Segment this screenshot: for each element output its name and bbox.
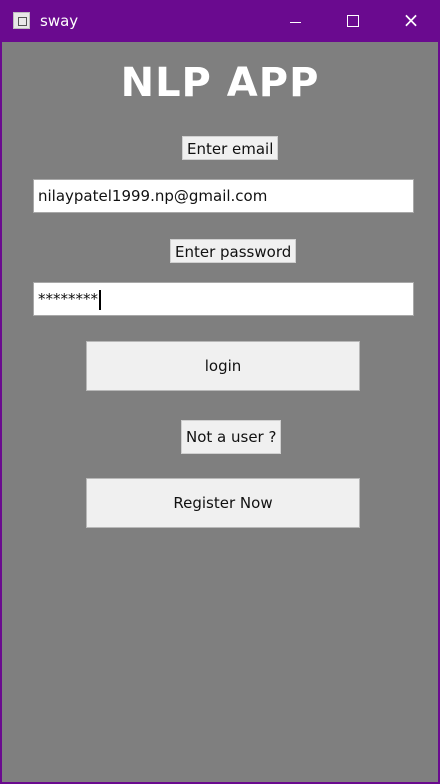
password-label: Enter password bbox=[170, 239, 297, 263]
close-icon: × bbox=[402, 8, 420, 32]
login-form: NLP APP Enter email nilaypatel1999.np@gm… bbox=[2, 42, 438, 784]
email-value: nilaypatel1999.np@gmail.com bbox=[38, 187, 268, 205]
password-input[interactable]: ******** bbox=[33, 282, 414, 316]
maximize-button[interactable] bbox=[330, 0, 376, 42]
minimize-icon bbox=[289, 21, 301, 23]
email-input[interactable]: nilaypatel1999.np@gmail.com bbox=[33, 179, 414, 213]
app-icon bbox=[13, 12, 30, 29]
not-user-label: Not a user ? bbox=[181, 420, 282, 454]
register-now-button[interactable]: Register Now bbox=[86, 478, 360, 528]
register-now-button-label: Register Now bbox=[173, 494, 273, 512]
window-title: sway bbox=[40, 12, 79, 30]
close-button[interactable]: × bbox=[388, 0, 434, 42]
maximize-icon bbox=[347, 15, 359, 27]
app-window: sway × NLP APP Enter email nilaypatel199… bbox=[0, 0, 440, 784]
text-caret bbox=[99, 289, 101, 310]
login-button-label: login bbox=[204, 357, 242, 375]
title-bar[interactable]: sway × bbox=[2, 0, 438, 42]
minimize-button[interactable] bbox=[272, 0, 318, 42]
login-button[interactable]: login bbox=[86, 341, 360, 391]
email-label: Enter email bbox=[182, 136, 279, 160]
app-title: NLP APP bbox=[120, 60, 320, 106]
password-value: ******** bbox=[38, 290, 98, 308]
